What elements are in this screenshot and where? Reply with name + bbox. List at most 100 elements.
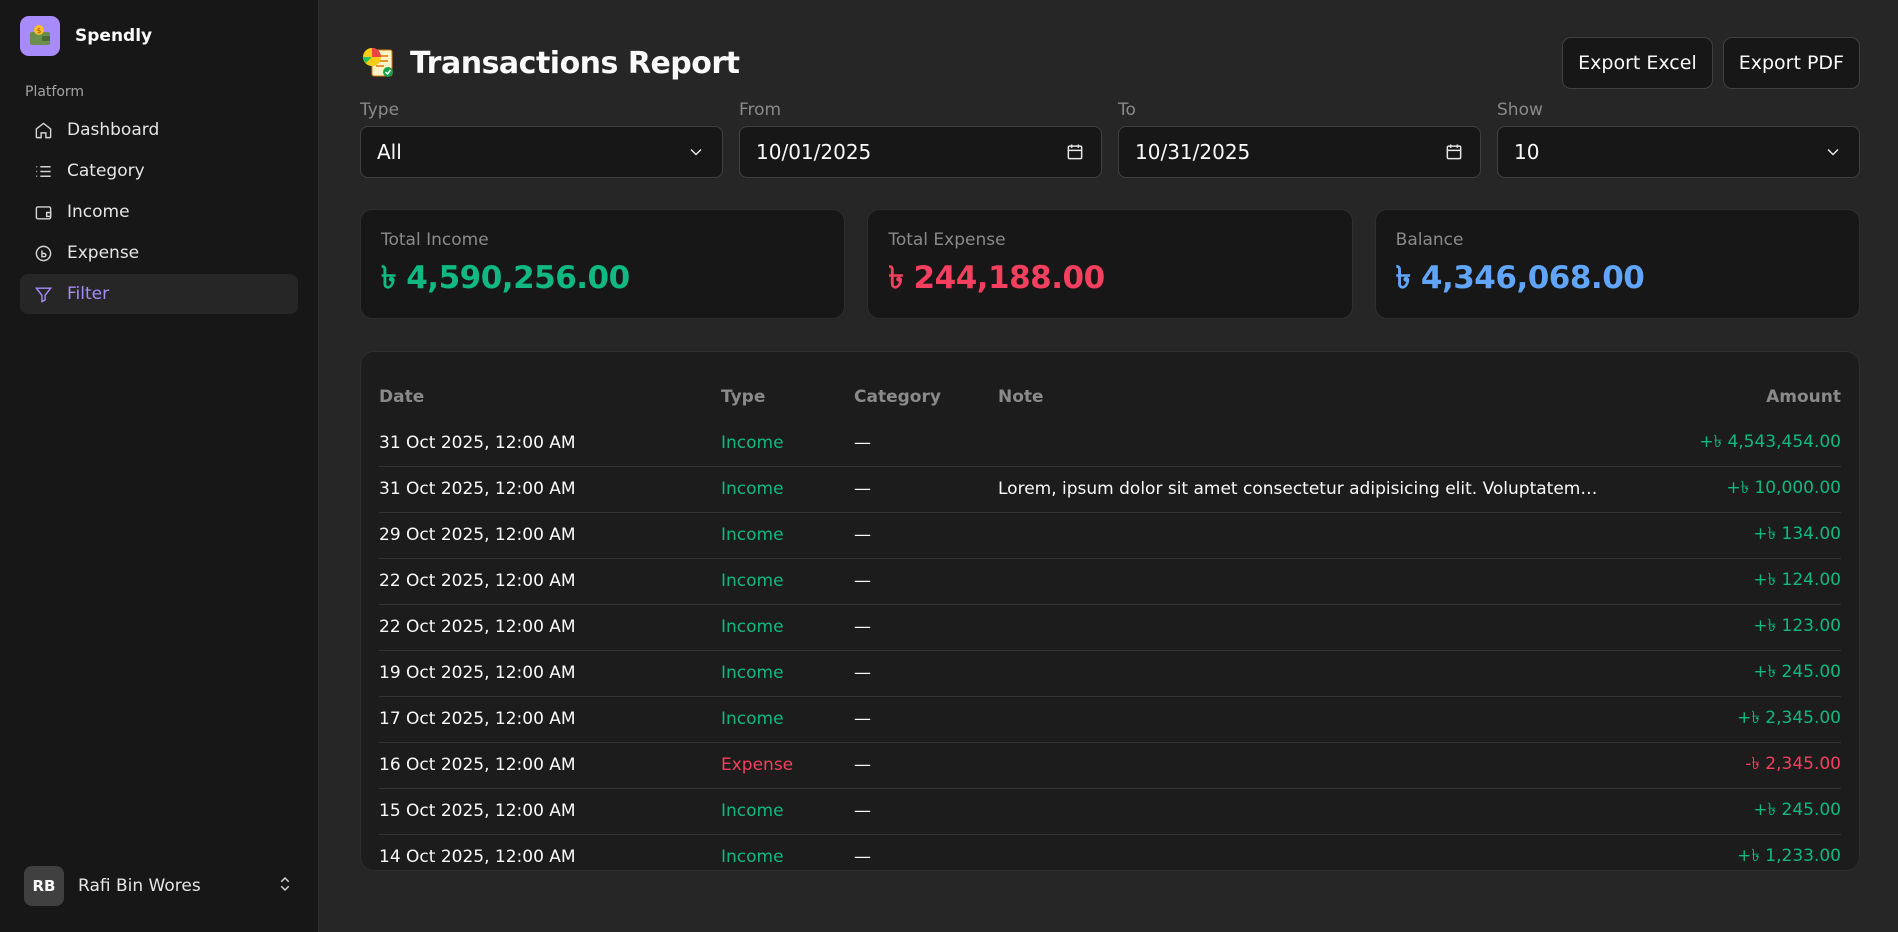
user-name: Rafi Bin Wores [78,876,201,896]
to-date-input[interactable]: 10/31/2025 [1118,126,1481,178]
column-header-category: Category [854,387,941,407]
cell-amount: +৳ 4,543,454.00 [1598,420,1841,467]
cell-amount: +৳ 245.00 [1598,650,1841,697]
calendar-icon[interactable] [1444,142,1464,162]
table-row[interactable]: 22 Oct 2025, 12:00 AM Income — +৳ 123.00 [379,604,1841,651]
cell-note [998,742,1598,789]
cell-date: 16 Oct 2025, 12:00 AM [379,742,721,789]
table-row[interactable]: 29 Oct 2025, 12:00 AM Income — +৳ 134.00 [379,512,1841,559]
cell-note [998,604,1598,651]
brand[interactable]: $ Spendly [20,16,298,56]
show-select[interactable]: 10 [1497,126,1860,178]
table-row[interactable]: 22 Oct 2025, 12:00 AM Income — +৳ 124.00 [379,558,1841,605]
header-actions: Export Excel Export PDF [1562,37,1860,89]
cell-note [998,558,1598,605]
sidebar-item-label: Dashboard [67,120,160,140]
cell-amount: +৳ 245.00 [1598,788,1841,835]
cell-amount: +৳ 10,000.00 [1598,466,1841,513]
balance-value: ৳ 4,346,068.00 [1395,260,1645,296]
column-header-date: Date [379,387,425,407]
cell-category: — [854,650,998,697]
show-filter: Show 10 [1497,100,1860,178]
cell-note [998,696,1598,743]
calendar-icon[interactable] [1065,142,1085,162]
sidebar-nav: Dashboard Category Income Expense Filter [20,110,298,314]
type-filter-label: Type [360,100,400,120]
coin-icon [35,245,52,261]
show-filter-label: Show [1497,100,1543,120]
type-select[interactable]: All [360,126,723,178]
cell-note: Lorem, ipsum dolor sit amet consectetur … [998,466,1598,513]
export-excel-button[interactable]: Export Excel [1562,37,1713,89]
table-body: 31 Oct 2025, 12:00 AM Income — +৳ 4,543,454… [379,420,1841,870]
column-header-note: Note [998,387,1044,407]
list-icon [36,165,51,177]
cell-category: — [854,420,998,467]
summary-cards: Total Income ৳ 4,590,256.00 Total Expens… [360,209,1860,319]
cell-note [998,512,1598,559]
brand-name: Spendly [75,26,153,46]
sidebar-item-expense[interactable]: Expense [20,233,298,273]
show-select-value: 10 [1514,140,1540,164]
sidebar-item-label: Category [67,161,145,181]
user-menu[interactable]: RB Rafi Bin Wores [24,866,294,906]
sidebar-item-label: Filter [67,284,110,304]
balance-card: Balance ৳ 4,346,068.00 [1374,209,1860,319]
cell-note [998,420,1598,467]
cell-type: Income [721,650,854,697]
cell-type: Income [721,788,854,835]
to-filter-label: To [1118,100,1136,120]
total-expense-card: Total Expense ৳ 244,188.00 [867,209,1353,319]
table-row[interactable]: 17 Oct 2025, 12:00 AM Income — +৳ 2,345.00 [379,696,1841,743]
cell-date: 31 Oct 2025, 12:00 AM [379,420,721,467]
sidebar-item-label: Income [67,202,130,222]
transactions-table-card: Date Type Category Note Amount 31 Oct 20… [360,351,1860,871]
transactions-table: Date Type Category Note Amount 31 Oct 20… [379,376,1841,870]
cell-amount: +৳ 2,345.00 [1598,696,1841,743]
table-row[interactable]: 15 Oct 2025, 12:00 AM Income — +৳ 245.00 [379,788,1841,835]
table-row[interactable]: 19 Oct 2025, 12:00 AM Income — +৳ 245.00 [379,650,1841,697]
sidebar-item-category[interactable]: Category [20,151,298,191]
from-date-input[interactable]: 10/01/2025 [739,126,1102,178]
sidebar-item-filter[interactable]: Filter [20,274,298,314]
table-header-row: Date Type Category Note Amount [379,376,1841,420]
filter-icon [34,286,53,303]
cell-amount: +৳ 123.00 [1598,604,1841,651]
wallet-logo-icon: $ [20,16,60,56]
sidebar-item-dashboard[interactable]: Dashboard [20,110,298,150]
table-row[interactable]: 16 Oct 2025, 12:00 AM Expense — -৳ 2,345.00 [379,742,1841,789]
from-filter: From 10/01/2025 [739,100,1102,178]
cell-date: 19 Oct 2025, 12:00 AM [379,650,721,697]
total-income-value: ৳ 4,590,256.00 [381,260,630,296]
cell-date: 31 Oct 2025, 12:00 AM [379,466,721,513]
cell-date: 14 Oct 2025, 12:00 AM [379,847,576,868]
cell-type: Income [721,512,854,559]
from-filter-label: From [739,100,782,120]
export-pdf-button[interactable]: Export PDF [1722,37,1860,89]
cell-amount: -৳ 2,345.00 [1598,742,1841,789]
table-row[interactable]: 31 Oct 2025, 12:00 AM Income — +৳ 4,543,454… [379,420,1841,467]
title-wrap: Transactions Report [360,42,740,84]
type-filter: Type All [360,100,723,178]
table-row[interactable]: 31 Oct 2025, 12:00 AM Income — Lorem, ipsum… [379,466,1841,513]
cell-amount: +৳ 134.00 [1598,512,1841,559]
table-row[interactable]: 14 Oct 2025, 12:00 AM Income — +৳ 1,233.00 [379,834,1841,870]
main-content: Transactions Report Export Excel Export … [319,0,1898,932]
cell-type: Income [721,420,854,467]
sidebar: $ Spendly Platform Dashboard Category In… [0,0,319,932]
column-header-amount: Amount [1766,387,1841,407]
cell-amount: +৳ 1,233.00 [1737,846,1841,867]
filters: Type All From 10/01/2025 To 10/31/2025 S… [360,100,1860,178]
sidebar-item-income[interactable]: Income [20,192,298,232]
cell-type: Income [721,558,854,605]
cell-note [998,650,1598,697]
chevron-down-icon [690,148,702,156]
total-income-label: Total Income [381,230,489,250]
cell-type: Income [721,847,784,868]
cell-category: — [854,558,998,605]
chevron-down-icon [1827,148,1839,156]
chevrons-up-down-icon[interactable] [276,875,294,897]
cell-type: Income [721,604,854,651]
cell-category: — [854,466,998,513]
cell-type: Income [721,696,854,743]
